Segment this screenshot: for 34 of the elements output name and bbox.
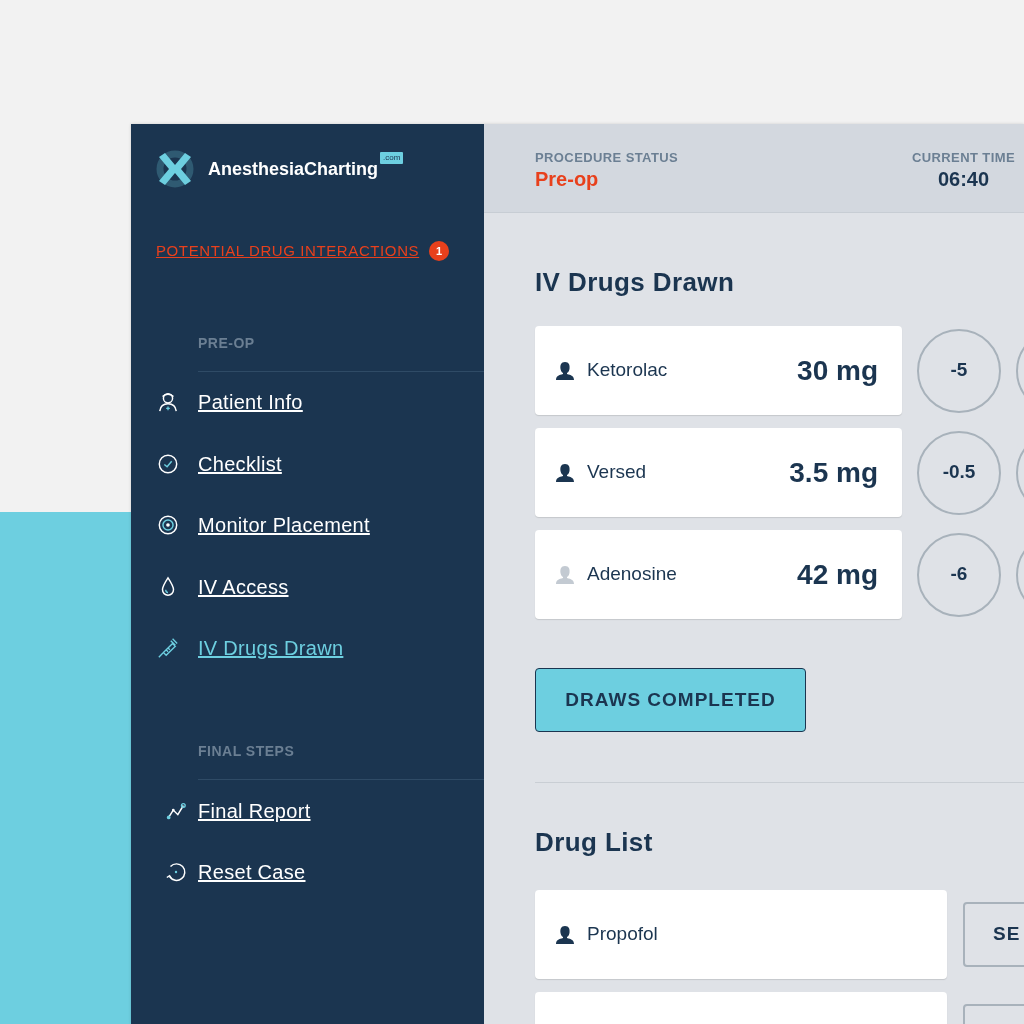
decrement-button[interactable]: -0.5	[917, 430, 1001, 515]
logo-wordmark: AnesthesiaCharting	[208, 157, 379, 181]
logo-icon	[156, 150, 194, 188]
check-circle-icon	[157, 452, 179, 475]
nav-item[interactable]: Monitor Placement	[198, 510, 370, 541]
decrement-button[interactable]: -5	[917, 328, 1001, 413]
drug-name: Adenosine	[587, 562, 678, 587]
nav-item[interactable]: IV Drugs Drawn	[198, 633, 344, 664]
draws-completed-button[interactable]: DRAWS COMPLETED	[535, 668, 806, 732]
person-icon	[157, 391, 179, 414]
section-title: IV Drugs Drawn	[535, 267, 735, 297]
drug-dose: 30 mg	[797, 353, 878, 388]
status-value: Pre-op	[535, 167, 600, 190]
syringe-icon	[157, 637, 179, 660]
drug-name: Propofol	[587, 922, 659, 947]
time-label: CURRENT TIME	[911, 149, 1015, 167]
drug-dose: 42 mg	[797, 557, 878, 592]
nav-item[interactable]: Patient Info	[198, 387, 303, 418]
status-label: PROCEDURE STATUS	[535, 149, 679, 167]
drug-name: Ketorolac	[587, 358, 669, 383]
nav-item[interactable]: Final Report	[198, 795, 311, 826]
decrement-button[interactable]: -6	[917, 532, 1001, 617]
select-button[interactable]: SE	[963, 902, 1024, 967]
alert-count-badge: 1	[429, 241, 450, 262]
time-value: 06:40	[936, 167, 991, 190]
drug-name: Versed	[587, 460, 648, 485]
reset-icon	[165, 861, 187, 884]
nav-item[interactable]: Checklist	[198, 448, 282, 479]
section-title: Drug List	[535, 827, 653, 857]
drug-dose: 3.5 mg	[789, 455, 878, 490]
nav-item[interactable]: Reset Case	[198, 857, 306, 888]
nav-item[interactable]: IV Access	[198, 571, 289, 602]
logo-domain-tag: .com	[380, 152, 404, 164]
target-icon	[157, 514, 179, 537]
